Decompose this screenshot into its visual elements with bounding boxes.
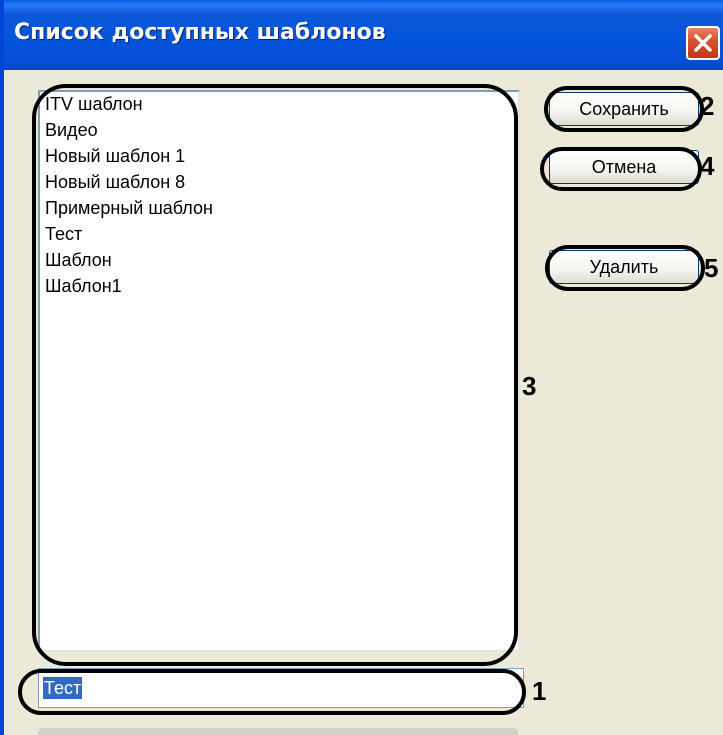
delete-callout-outline bbox=[545, 245, 705, 291]
close-icon bbox=[694, 34, 712, 52]
save-callout-outline bbox=[544, 86, 704, 132]
name-field-callout-outline bbox=[18, 669, 526, 715]
bottom-control-edge bbox=[38, 728, 518, 735]
title-bar[interactable]: Список доступных шаблонов bbox=[4, 0, 723, 70]
callout-number-4: 4 bbox=[700, 151, 715, 181]
callout-number-5: 5 bbox=[704, 253, 719, 283]
cancel-callout-outline bbox=[540, 147, 702, 191]
window-title: Список доступных шаблонов bbox=[14, 20, 386, 45]
close-button[interactable] bbox=[686, 26, 720, 60]
callout-number-1: 1 bbox=[532, 676, 547, 706]
callout-number-2: 2 bbox=[700, 91, 715, 121]
list-callout-outline bbox=[32, 84, 518, 666]
callout-number-3: 3 bbox=[522, 371, 537, 401]
